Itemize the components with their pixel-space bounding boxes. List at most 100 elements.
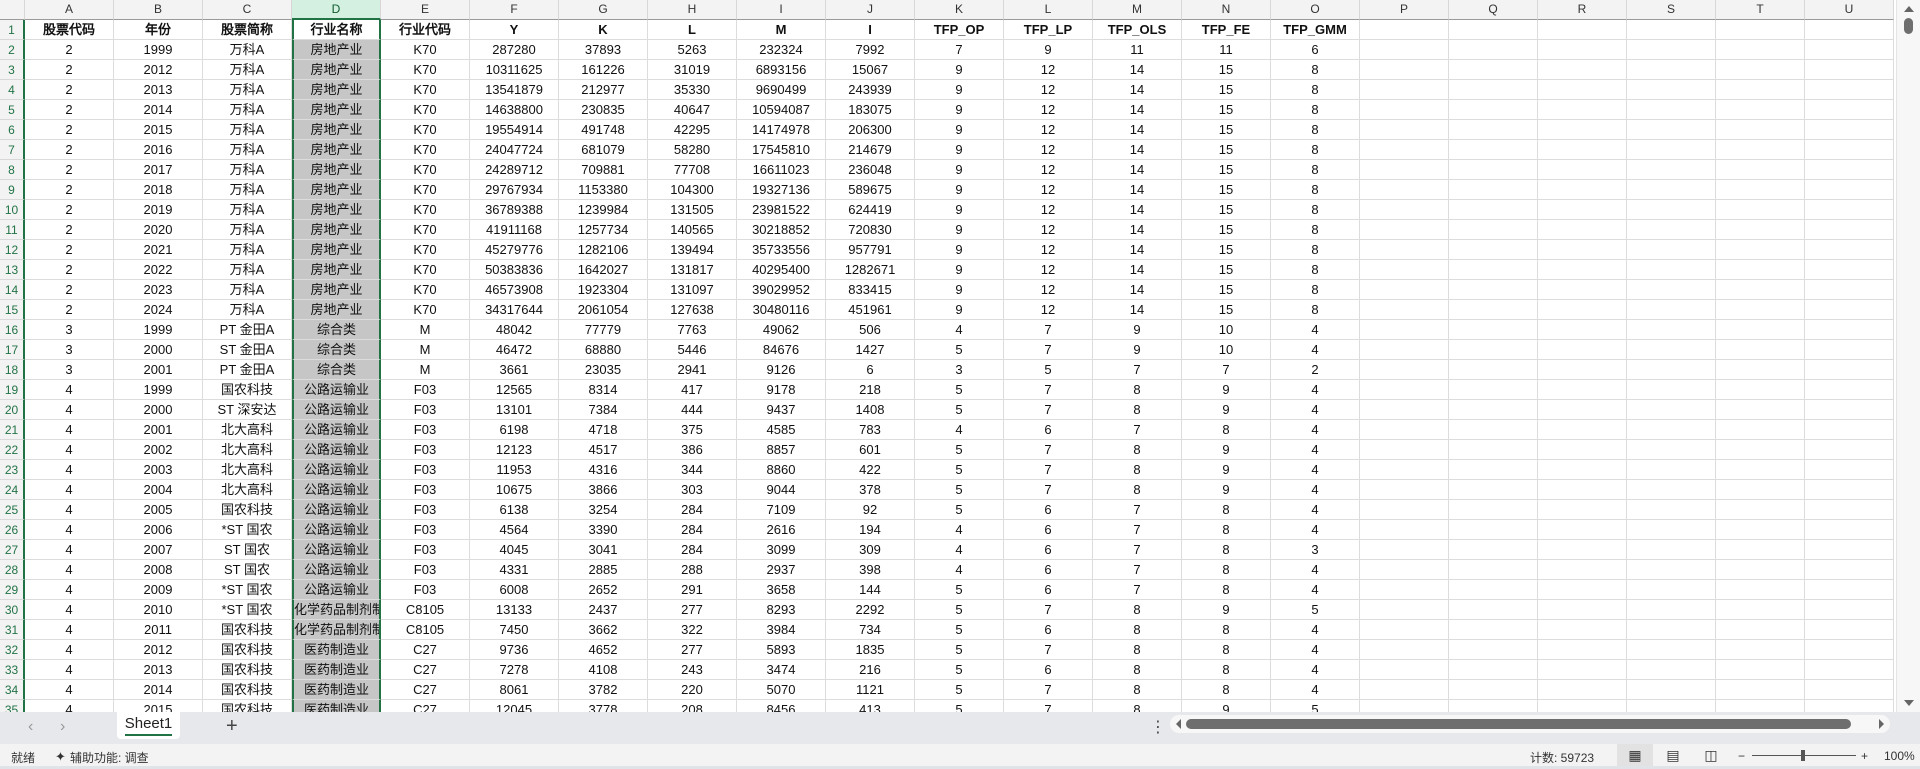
cell[interactable]: 14 xyxy=(1093,80,1182,100)
cell[interactable]: 10 xyxy=(1182,320,1271,340)
empty-cell[interactable] xyxy=(1716,640,1805,660)
scroll-down-icon[interactable] xyxy=(1904,700,1914,706)
cell[interactable]: 2885 xyxy=(559,560,648,580)
cell[interactable]: 8 xyxy=(1182,520,1271,540)
cell[interactable]: 8 xyxy=(1271,140,1360,160)
cell[interactable]: 公路运输业 xyxy=(292,480,381,500)
cell[interactable]: F03 xyxy=(381,480,470,500)
cell[interactable]: K70 xyxy=(381,200,470,220)
empty-cell[interactable] xyxy=(1805,360,1894,380)
header-cell[interactable]: L xyxy=(648,20,737,40)
empty-cell[interactable] xyxy=(1805,580,1894,600)
row-header[interactable]: 27 xyxy=(0,540,25,560)
cell[interactable]: 3782 xyxy=(559,680,648,700)
cell[interactable]: F03 xyxy=(381,520,470,540)
column-header-b[interactable]: B xyxy=(114,0,203,20)
cell[interactable]: 7 xyxy=(1004,320,1093,340)
cell[interactable]: 5263 xyxy=(648,40,737,60)
cell[interactable]: 48042 xyxy=(470,320,559,340)
empty-cell[interactable] xyxy=(1449,240,1538,260)
cell[interactable]: 720830 xyxy=(826,220,915,240)
tab-sheet1[interactable]: Sheet1 xyxy=(117,712,180,739)
header-cell[interactable]: 股票代码 xyxy=(25,20,114,40)
cell[interactable]: 2003 xyxy=(114,460,203,480)
column-header-o[interactable]: O xyxy=(1271,0,1360,20)
empty-cell[interactable] xyxy=(1360,340,1449,360)
cell[interactable]: 5 xyxy=(915,620,1004,640)
cell[interactable]: 1999 xyxy=(114,40,203,60)
empty-cell[interactable] xyxy=(1538,20,1627,40)
cell[interactable]: 15 xyxy=(1182,100,1271,120)
row-header[interactable]: 19 xyxy=(0,380,25,400)
cell[interactable]: 9 xyxy=(1182,480,1271,500)
cell[interactable]: 公路运输业 xyxy=(292,520,381,540)
empty-cell[interactable] xyxy=(1538,640,1627,660)
cell[interactable]: 4 xyxy=(1271,500,1360,520)
empty-cell[interactable] xyxy=(1716,260,1805,280)
cell[interactable]: 11953 xyxy=(470,460,559,480)
cell[interactable]: K70 xyxy=(381,40,470,60)
cell[interactable]: 3662 xyxy=(559,620,648,640)
select-all-corner[interactable] xyxy=(0,0,25,20)
cell[interactable]: 77708 xyxy=(648,160,737,180)
cell[interactable]: 12 xyxy=(1004,80,1093,100)
cell[interactable]: 8 xyxy=(1182,420,1271,440)
row-header[interactable]: 26 xyxy=(0,520,25,540)
cell[interactable]: 2616 xyxy=(737,520,826,540)
empty-cell[interactable] xyxy=(1538,240,1627,260)
column-header-l[interactable]: L xyxy=(1004,0,1093,20)
cell[interactable]: 综合类 xyxy=(292,320,381,340)
empty-cell[interactable] xyxy=(1449,560,1538,580)
empty-cell[interactable] xyxy=(1449,20,1538,40)
empty-cell[interactable] xyxy=(1627,140,1716,160)
cell[interactable]: 2019 xyxy=(114,200,203,220)
cell[interactable]: 131097 xyxy=(648,280,737,300)
empty-cell[interactable] xyxy=(1538,580,1627,600)
empty-cell[interactable] xyxy=(1360,300,1449,320)
cell[interactable]: 4 xyxy=(25,540,114,560)
empty-cell[interactable] xyxy=(1805,700,1894,712)
next-sheet-icon[interactable]: › xyxy=(60,718,65,736)
empty-cell[interactable] xyxy=(1449,360,1538,380)
empty-cell[interactable] xyxy=(1805,100,1894,120)
cell[interactable]: 2 xyxy=(25,120,114,140)
cell[interactable]: 4 xyxy=(1271,440,1360,460)
empty-cell[interactable] xyxy=(1627,600,1716,620)
empty-cell[interactable] xyxy=(1627,100,1716,120)
empty-cell[interactable] xyxy=(1360,600,1449,620)
cell[interactable]: 4 xyxy=(25,680,114,700)
cell[interactable]: F03 xyxy=(381,500,470,520)
cell[interactable]: 8 xyxy=(1182,580,1271,600)
empty-cell[interactable] xyxy=(1627,80,1716,100)
cell[interactable]: 183075 xyxy=(826,100,915,120)
empty-cell[interactable] xyxy=(1360,480,1449,500)
cell[interactable]: 14 xyxy=(1093,280,1182,300)
cell[interactable]: 2016 xyxy=(114,140,203,160)
cell[interactable]: 140565 xyxy=(648,220,737,240)
empty-cell[interactable] xyxy=(1627,360,1716,380)
cell[interactable]: 4 xyxy=(1271,480,1360,500)
cell[interactable]: 13133 xyxy=(470,600,559,620)
row-header[interactable]: 35 xyxy=(0,700,25,712)
cell[interactable]: 4 xyxy=(915,320,1004,340)
cell[interactable]: 2000 xyxy=(114,340,203,360)
scroll-left-icon[interactable] xyxy=(1176,719,1181,729)
cell[interactable]: 8 xyxy=(1093,460,1182,480)
cell[interactable]: 39029952 xyxy=(737,280,826,300)
empty-cell[interactable] xyxy=(1449,380,1538,400)
cell[interactable]: 2015 xyxy=(114,700,203,712)
cell[interactable]: 4 xyxy=(25,440,114,460)
cell[interactable]: 8293 xyxy=(737,600,826,620)
cell[interactable]: 8 xyxy=(1182,560,1271,580)
cell[interactable]: 40647 xyxy=(648,100,737,120)
empty-cell[interactable] xyxy=(1716,400,1805,420)
cell[interactable]: 681079 xyxy=(559,140,648,160)
cell[interactable]: 房地产业 xyxy=(292,120,381,140)
row-header[interactable]: 7 xyxy=(0,140,25,160)
empty-cell[interactable] xyxy=(1716,520,1805,540)
empty-cell[interactable] xyxy=(1627,620,1716,640)
cell[interactable]: 14 xyxy=(1093,140,1182,160)
empty-cell[interactable] xyxy=(1805,560,1894,580)
cell[interactable]: F03 xyxy=(381,580,470,600)
header-cell[interactable]: TFP_LP xyxy=(1004,20,1093,40)
